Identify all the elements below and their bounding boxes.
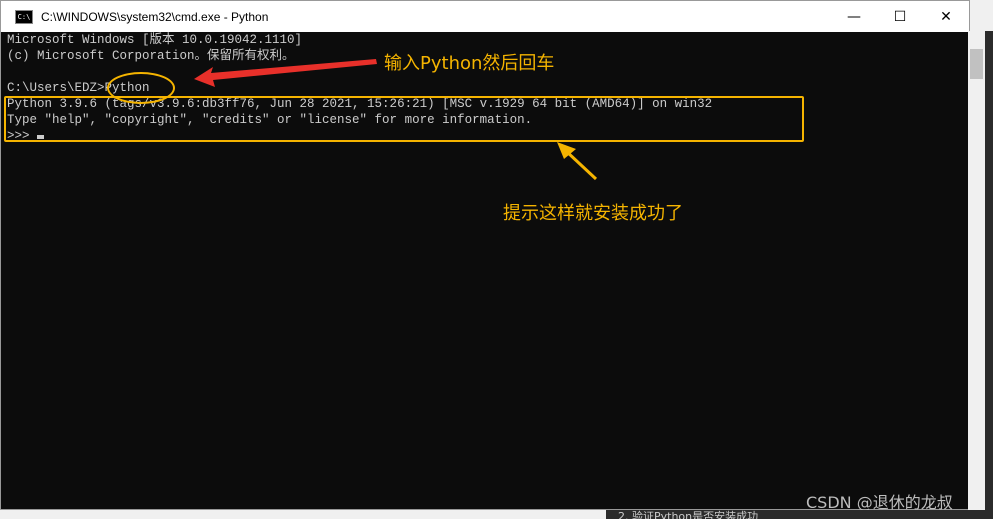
- background-text: 2. 验证Python是否安装成功: [606, 510, 993, 519]
- cmd-window: C:\ C:\WINDOWS\system32\cmd.exe - Python…: [0, 0, 970, 512]
- background-window: [985, 31, 993, 519]
- annotation-arrows: [194, 59, 598, 181]
- scrollbar[interactable]: [968, 31, 985, 510]
- box-note: 提示这样就安装成功了: [503, 203, 683, 224]
- red-arrow: [194, 59, 377, 87]
- arrow-note: 输入Python然后回车: [384, 53, 555, 74]
- scrollbar-thumb[interactable]: [970, 49, 983, 79]
- yellow-arrow-shaft: [564, 149, 598, 181]
